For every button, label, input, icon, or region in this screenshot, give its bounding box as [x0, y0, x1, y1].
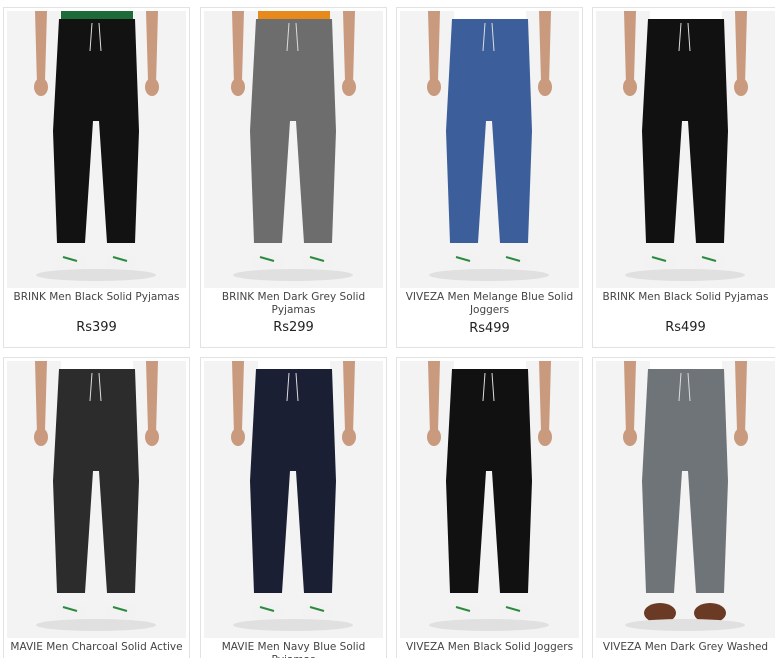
right-hand: [734, 428, 748, 446]
left-hand: [427, 428, 441, 446]
pants: [250, 369, 336, 593]
right-hand: [342, 428, 356, 446]
left-hand: [231, 78, 245, 96]
right-hand: [538, 428, 552, 446]
left-hand: [34, 428, 48, 446]
product-title[interactable]: BRINK Men Black Solid Pyjamas: [597, 291, 774, 304]
product-grid: BRINK Men Black Solid Pyjamas Rs399 BRIN…: [0, 0, 775, 658]
product-image[interactable]: [400, 361, 579, 638]
product-card[interactable]: BRINK Men Dark Grey Solid Pyjamas Rs299: [200, 7, 387, 348]
left-hand: [34, 78, 48, 96]
pants: [642, 19, 728, 243]
left-arm: [35, 361, 47, 435]
pants-illustration: [623, 361, 748, 631]
right-hand: [145, 78, 159, 96]
right-arm: [735, 361, 747, 435]
product-image[interactable]: [204, 361, 383, 638]
pants: [446, 19, 532, 243]
left-hand: [623, 428, 637, 446]
floor-shadow: [429, 619, 549, 631]
pants-illustration: [34, 361, 159, 631]
left-arm: [624, 361, 636, 435]
floor-shadow: [233, 269, 353, 281]
pants-illustration: [231, 11, 356, 281]
left-hand: [623, 78, 637, 96]
right-arm: [539, 361, 551, 435]
pants-illustration: [623, 11, 748, 281]
left-arm: [624, 11, 636, 85]
product-title[interactable]: BRINK Men Dark Grey Solid Pyjamas: [205, 291, 382, 317]
pants-illustration: [34, 11, 159, 281]
product-image[interactable]: [596, 11, 775, 288]
product-card[interactable]: VIVEZA Men Melange Blue Solid Joggers Rs…: [396, 7, 583, 348]
pants-illustration: [427, 361, 552, 631]
product-card[interactable]: BRINK Men Black Solid Pyjamas Rs499: [592, 7, 775, 348]
product-price: Rs299: [273, 320, 314, 335]
product-image[interactable]: [400, 11, 579, 288]
product-card[interactable]: MAVIE Men Navy Blue Solid Pyjamas: [200, 357, 387, 658]
left-arm: [35, 11, 47, 85]
product-title[interactable]: VIVEZA Men Black Solid Joggers: [401, 641, 578, 654]
product-title[interactable]: MAVIE Men Charcoal Solid Active: [8, 641, 185, 654]
right-arm: [343, 11, 355, 85]
product-image[interactable]: [596, 361, 775, 638]
right-arm: [343, 361, 355, 435]
left-hand: [427, 78, 441, 96]
floor-shadow: [429, 269, 549, 281]
product-title[interactable]: MAVIE Men Navy Blue Solid Pyjamas: [205, 641, 382, 658]
right-hand: [145, 428, 159, 446]
left-arm: [232, 11, 244, 85]
pants: [53, 369, 139, 593]
floor-shadow: [625, 619, 745, 631]
product-card[interactable]: VIVEZA Men Black Solid Joggers: [396, 357, 583, 658]
product-title[interactable]: VIVEZA Men Dark Grey Washed: [597, 641, 774, 654]
product-price: Rs499: [469, 321, 510, 336]
floor-shadow: [36, 269, 156, 281]
pants: [642, 369, 728, 593]
pants-illustration: [427, 11, 552, 281]
floor-shadow: [625, 269, 745, 281]
left-arm: [428, 11, 440, 85]
left-arm: [428, 361, 440, 435]
right-arm: [146, 361, 158, 435]
product-image[interactable]: [7, 361, 186, 638]
right-hand: [734, 78, 748, 96]
product-title[interactable]: BRINK Men Black Solid Pyjamas: [8, 291, 185, 304]
right-hand: [342, 78, 356, 96]
right-arm: [539, 11, 551, 85]
right-arm: [146, 11, 158, 85]
pants: [250, 19, 336, 243]
product-card[interactable]: MAVIE Men Charcoal Solid Active: [3, 357, 190, 658]
floor-shadow: [36, 619, 156, 631]
product-price: Rs399: [76, 320, 117, 335]
product-image[interactable]: [204, 11, 383, 288]
right-arm: [735, 11, 747, 85]
product-price: Rs499: [665, 320, 706, 335]
left-hand: [231, 428, 245, 446]
left-arm: [232, 361, 244, 435]
product-image[interactable]: [7, 11, 186, 288]
right-hand: [538, 78, 552, 96]
pants-illustration: [231, 361, 356, 631]
pants: [53, 19, 139, 243]
floor-shadow: [233, 619, 353, 631]
product-title[interactable]: VIVEZA Men Melange Blue Solid Joggers: [401, 291, 578, 317]
product-card[interactable]: BRINK Men Black Solid Pyjamas Rs399: [3, 7, 190, 348]
product-card[interactable]: VIVEZA Men Dark Grey Washed: [592, 357, 775, 658]
pants: [446, 369, 532, 593]
